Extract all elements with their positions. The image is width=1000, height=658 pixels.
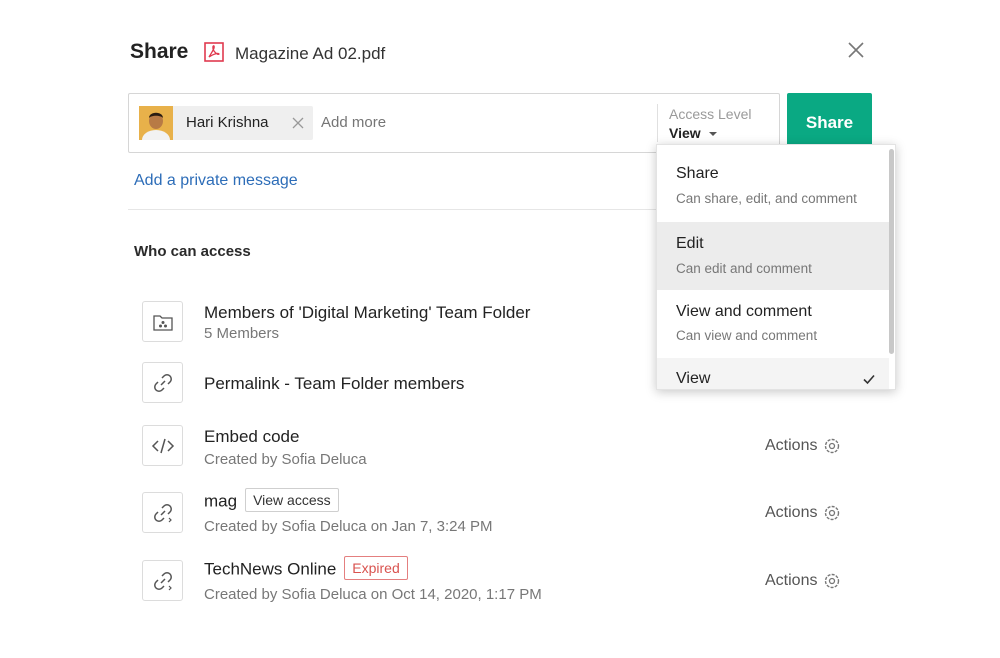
actions-label: Actions — [765, 572, 818, 589]
actions-button[interactable]: Actions — [765, 504, 841, 522]
access-level-label: Access Level — [669, 106, 752, 122]
access-level-value: View — [669, 125, 701, 141]
actions-button[interactable]: Actions — [765, 572, 841, 590]
add-private-message-link[interactable]: Add a private message — [134, 172, 298, 190]
dropdown-option-view[interactable]: View — [657, 358, 889, 389]
actions-label: Actions — [765, 437, 818, 454]
embed-code-icon — [142, 425, 183, 466]
option-description: Can view and comment — [676, 328, 818, 343]
gear-icon — [825, 438, 840, 454]
close-icon[interactable] — [845, 39, 867, 61]
dropdown-scrollbar[interactable] — [889, 149, 894, 354]
recipient-chip: Hari Krishna — [139, 106, 313, 140]
access-item-title: Embed code — [204, 427, 300, 446]
shared-link-icon — [142, 560, 183, 601]
gear-icon — [825, 505, 840, 521]
option-label: Edit — [676, 235, 704, 252]
option-description: Can edit and comment — [676, 261, 812, 276]
avatar — [139, 106, 173, 140]
expired-badge: Expired — [344, 556, 408, 580]
dropdown-option-view-and-comment[interactable]: View and comment Can view and comment — [657, 290, 889, 358]
access-item-subtitle: 5 Members — [204, 325, 280, 342]
team-folder-icon — [142, 301, 183, 342]
add-more-input[interactable] — [321, 114, 621, 131]
file-name: Magazine Ad 02.pdf — [235, 44, 386, 63]
access-item-subtitle: Created by Sofia Deluca — [204, 451, 367, 468]
option-label: View — [676, 370, 711, 387]
divider — [128, 209, 658, 210]
access-item-subtitle: Created by Sofia Deluca on Oct 14, 2020,… — [204, 586, 542, 603]
share-dialog: Share Magazine Ad 02.pdf Hari Krishna Ad… — [0, 0, 1000, 658]
actions-button[interactable]: Actions — [765, 437, 841, 455]
access-level-select[interactable]: Access Level View — [669, 106, 779, 143]
access-item-subtitle: Created by Sofia Deluca on Jan 7, 3:24 P… — [204, 518, 493, 535]
access-item-title: TechNews Online Expired — [204, 556, 408, 582]
link-icon — [142, 362, 183, 403]
option-label: View and comment — [676, 303, 812, 320]
dialog-title: Share — [130, 40, 189, 63]
gear-icon — [825, 573, 840, 589]
shared-link-icon — [142, 492, 183, 533]
access-item-title: mag View access — [204, 488, 339, 514]
view-access-badge: View access — [245, 488, 339, 512]
access-item-title: Permalink - Team Folder members — [204, 374, 465, 393]
checkmark-icon — [862, 372, 876, 386]
close-icon[interactable] — [289, 114, 307, 132]
option-description: Can share, edit, and comment — [676, 191, 857, 206]
pdf-icon — [204, 42, 224, 62]
dropdown-option-share[interactable]: Share Can share, edit, and comment — [657, 145, 889, 213]
divider — [657, 104, 658, 142]
option-label: Share — [676, 165, 719, 182]
actions-label: Actions — [765, 504, 818, 521]
access-item-name: mag — [204, 491, 238, 511]
access-level-dropdown: Share Can share, edit, and comment Edit … — [656, 144, 896, 390]
dropdown-option-edit[interactable]: Edit Can edit and comment — [657, 222, 889, 290]
access-item-name: TechNews Online — [204, 559, 337, 579]
who-can-access-heading: Who can access — [134, 243, 251, 260]
recipient-name: Hari Krishna — [186, 114, 269, 131]
chevron-down-icon — [708, 131, 717, 136]
access-item-title: Members of 'Digital Marketing' Team Fold… — [204, 303, 531, 322]
